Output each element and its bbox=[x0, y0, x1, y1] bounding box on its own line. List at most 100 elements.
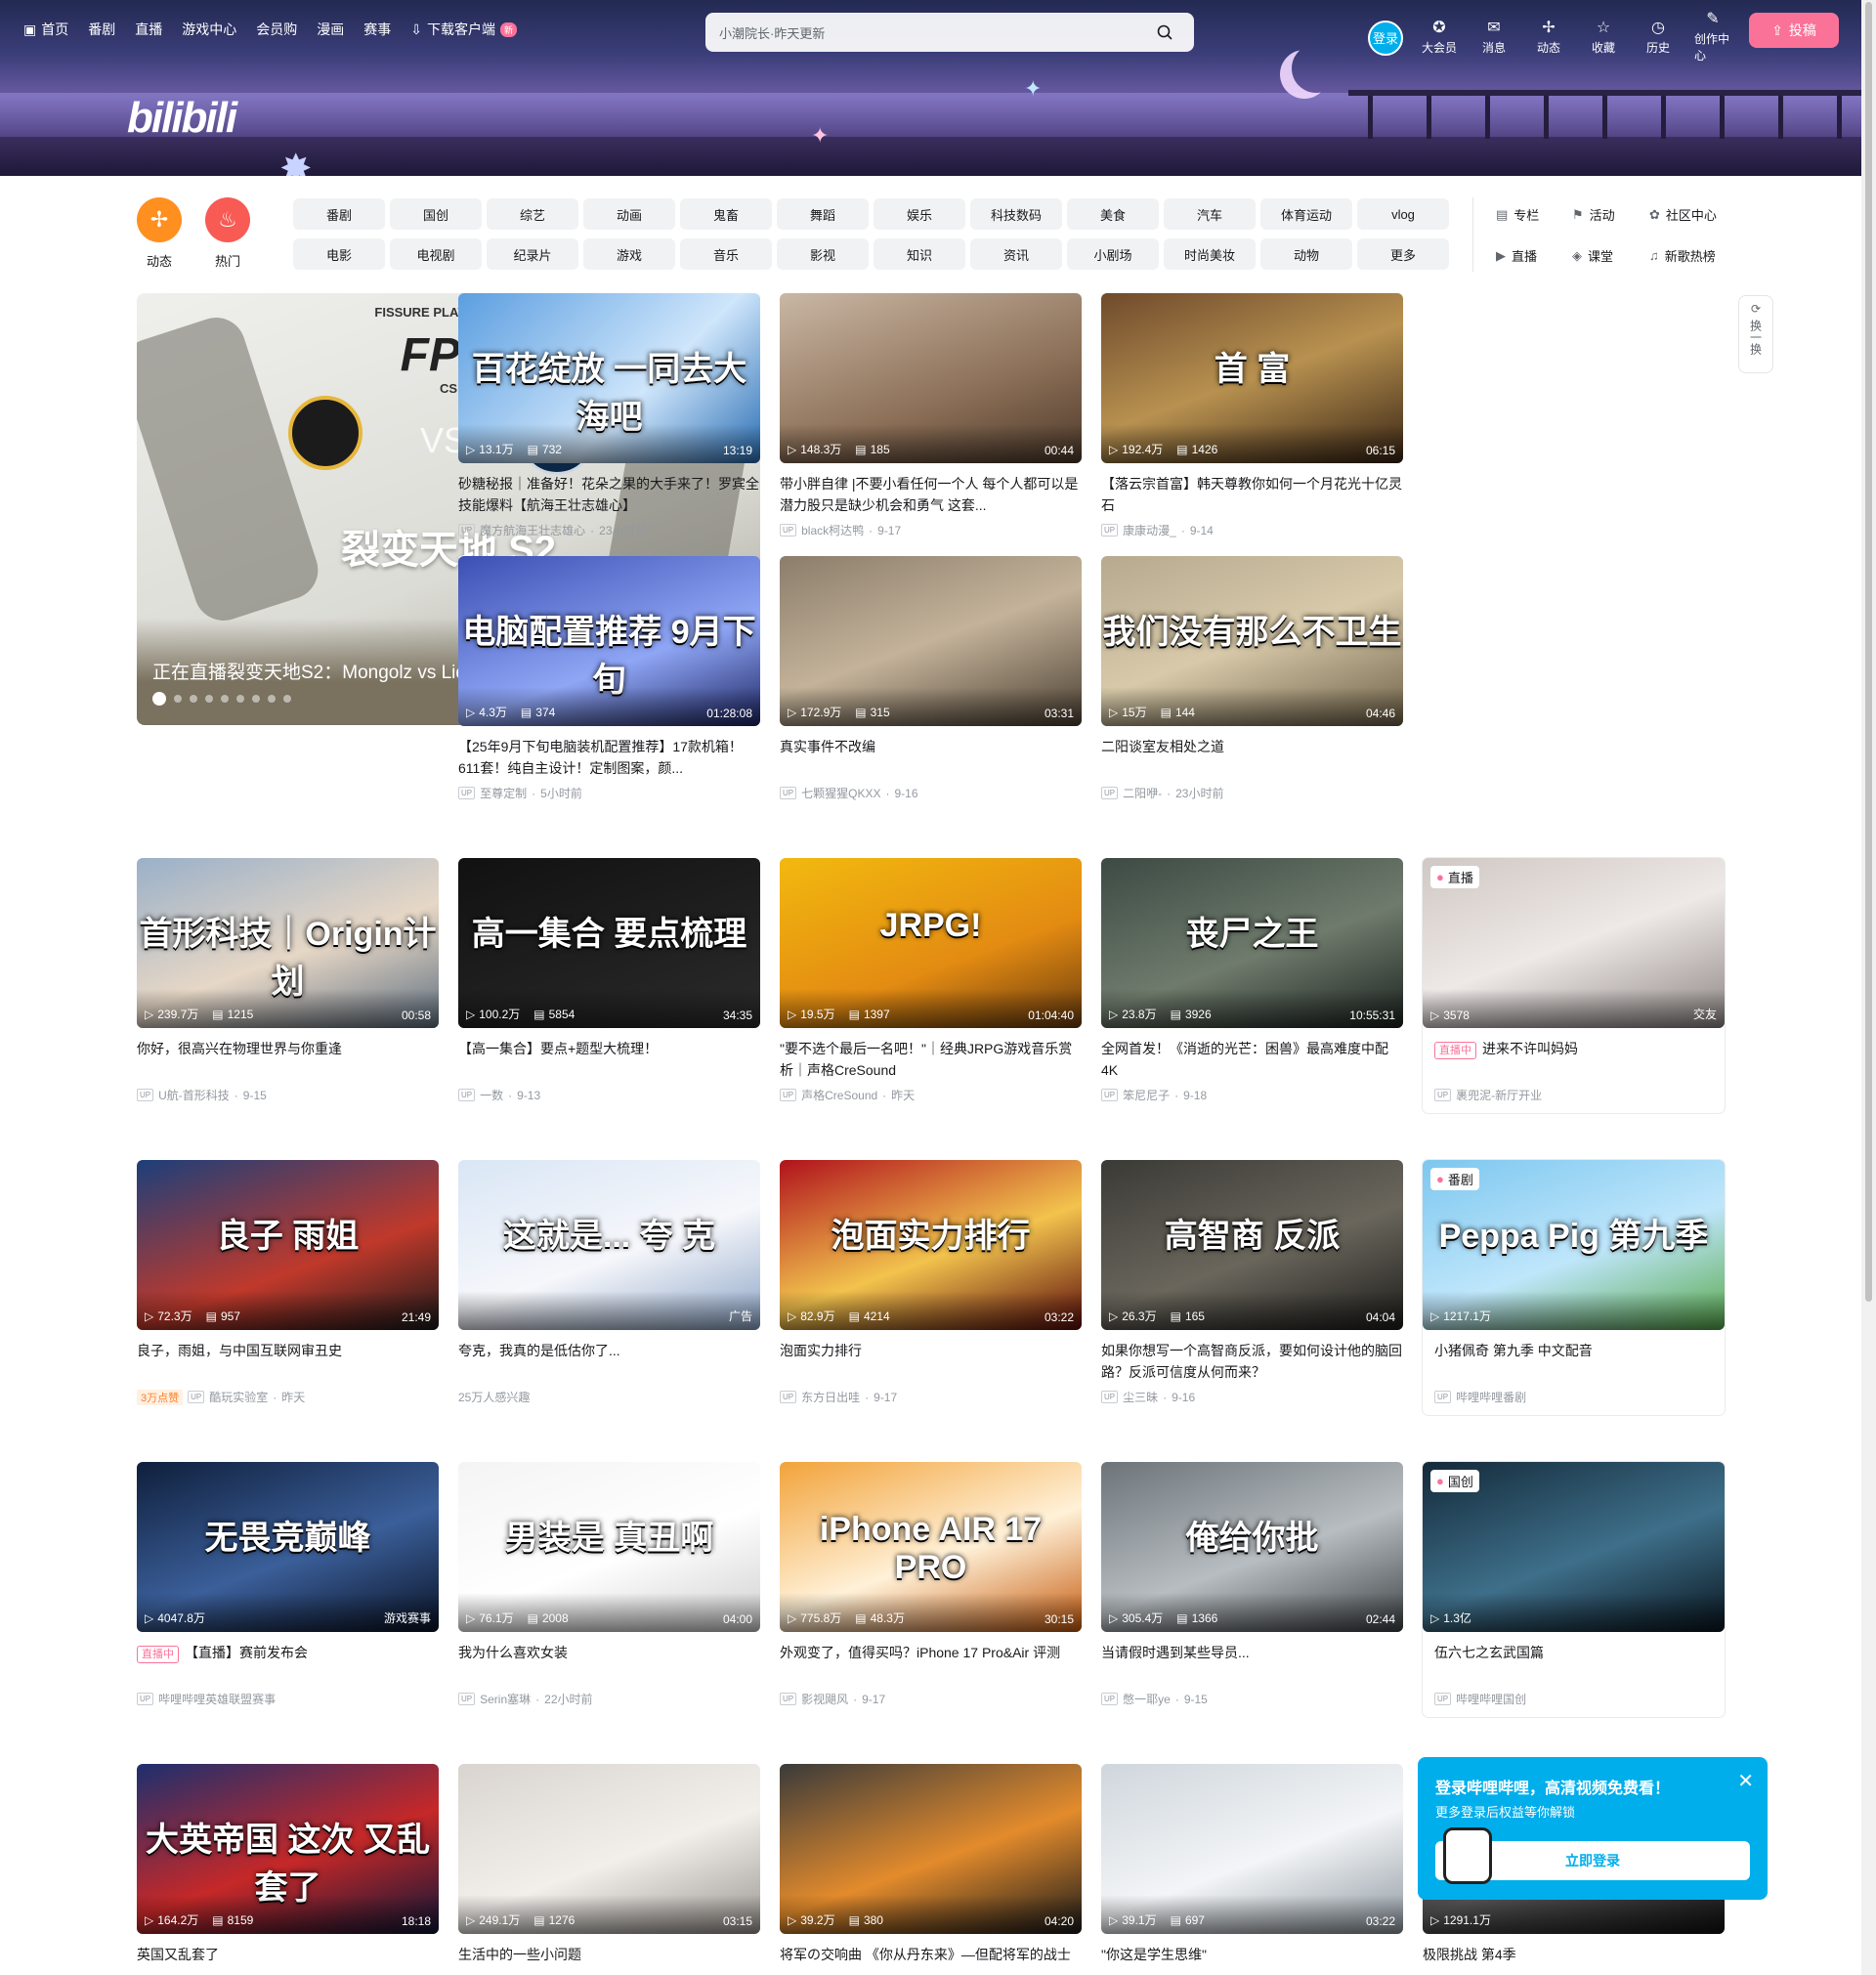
video-card[interactable]: Peppa Pig 第九季 ● 番剧 ▷ 1217.1万 小猪佩奇 第九季 中文配音 UP 哔… bbox=[1423, 1160, 1725, 1415]
channel-11[interactable]: vlog bbox=[1357, 198, 1449, 230]
video-thumbnail[interactable]: iPhone AIR 17 PRO ▷ 775.8万 ▤ 48.3万 30:15 bbox=[780, 1462, 1082, 1632]
nav-history[interactable]: ◷ 历史 bbox=[1640, 20, 1677, 56]
channel-12[interactable]: 电影 bbox=[293, 238, 385, 270]
side-link-0[interactable]: ▤ 专栏 bbox=[1496, 205, 1539, 224]
video-title[interactable]: 外观变了，值得买吗？iPhone 17 Pro&Air 评测 bbox=[780, 1642, 1082, 1685]
channel-15[interactable]: 游戏 bbox=[583, 238, 675, 270]
author-name[interactable]: 裹兜泥-新厅开业 bbox=[1456, 1087, 1542, 1103]
video-title-text[interactable]: 如果你想写一个高智商反派，要如何设计他的脑回路？反派可信度从何而来？ bbox=[1101, 1343, 1402, 1380]
author-name[interactable]: 至尊定制 bbox=[480, 785, 527, 801]
video-title-text[interactable]: "你这是学生思维" bbox=[1101, 1947, 1207, 1962]
nav-game-center[interactable]: 游戏中心 bbox=[182, 20, 236, 39]
video-thumbnail[interactable]: 我们没有那么不卫生 ▷ 15万 ▤ 144 04:46 bbox=[1101, 556, 1403, 726]
carousel-dot[interactable] bbox=[283, 695, 291, 703]
video-card[interactable]: 电脑配置推荐 9月下旬 ▷ 4.3万 ▤ 374 01:28:08 【25年9月下旬电脑装机… bbox=[458, 556, 760, 801]
video-card[interactable]: ▷ 148.3万 ▤ 185 00:44 带小胖自律 |不要小看任何一个人 每个人都可以是… bbox=[780, 293, 1082, 538]
video-card[interactable]: 泡面实力排行 ▷ 82.9万 ▤ 4214 03:22 泡面实力排行 UP 东方日出哇 · 9-17 bbox=[780, 1160, 1082, 1405]
video-thumbnail[interactable]: 首形科技｜Origin计划 ▷ 239.7万 ▤ 1215 00:58 bbox=[137, 858, 439, 1028]
video-card[interactable]: ▷ 39.2万 ▤ 380 04:20 将军の交响曲 《你从丹东来》—但配将军的战士 bbox=[780, 1764, 1082, 1975]
side-link-2[interactable]: ✿ 社区中心 bbox=[1649, 205, 1717, 224]
nav-home[interactable]: ▣ 首页 bbox=[23, 20, 68, 39]
video-thumbnail[interactable]: 这就是... 夸 克广告 bbox=[458, 1160, 760, 1330]
channel-3[interactable]: 动画 bbox=[583, 198, 675, 230]
video-title-text[interactable]: 生活中的一些小问题 bbox=[458, 1947, 581, 1962]
side-link-5[interactable]: ♫ 新歌热榜 bbox=[1649, 246, 1716, 265]
carousel-caption[interactable]: 正在直播裂变天地S2：Mongolz vs Liquid！ bbox=[152, 658, 509, 684]
login-avatar-button[interactable]: 登录 bbox=[1368, 20, 1403, 56]
author-name[interactable]: 哔哩哔哩国创 bbox=[1456, 1691, 1526, 1707]
video-title[interactable]: 直播中 【直播】赛前发布会 bbox=[137, 1642, 439, 1685]
channel-9[interactable]: 汽车 bbox=[1164, 198, 1256, 230]
video-card[interactable]: ▷ 249.1万 ▤ 1276 03:15 生活中的一些小问题 bbox=[458, 1764, 760, 1975]
video-thumbnail[interactable]: ▷ 172.9万 ▤ 315 03:31 bbox=[780, 556, 1082, 726]
video-title-text[interactable]: 全网首发！《消逝的光芒：困兽》最高难度中配 4K bbox=[1101, 1041, 1388, 1078]
video-title[interactable]: 如果你想写一个高智商反派，要如何设计他的脑回路？反派可信度从何而来？ bbox=[1101, 1340, 1403, 1383]
video-title-text[interactable]: 二阳谈室友相处之道 bbox=[1101, 739, 1224, 754]
nav-creator-center[interactable]: ✎ 创作中心 bbox=[1694, 12, 1731, 64]
video-title[interactable]: 砂糖秘报｜准备好！花朵之果的大手来了！罗宾全技能爆料【航海王壮志雄心】 bbox=[458, 473, 760, 516]
scrollbar-thumb[interactable] bbox=[1865, 2, 1872, 1302]
channel-20[interactable]: 小剧场 bbox=[1067, 238, 1159, 270]
side-link-4[interactable]: ◈ 课堂 bbox=[1572, 246, 1613, 265]
video-thumbnail[interactable]: ▷ 39.1万 ▤ 697 03:22 bbox=[1101, 1764, 1403, 1934]
author-name[interactable]: 哔哩哔哩英雄联盟赛事 bbox=[158, 1691, 276, 1707]
nav-download-client[interactable]: ⇩ 下载客户端新 bbox=[410, 20, 517, 39]
video-title[interactable]: 【落云宗首富】韩天尊教你如何一个月花光十亿灵石 bbox=[1101, 473, 1403, 516]
author-name[interactable]: 东方日出哇 bbox=[801, 1389, 860, 1405]
carousel-dot[interactable] bbox=[252, 695, 260, 703]
video-title[interactable]: 泡面实力排行 bbox=[780, 1340, 1082, 1383]
author-name[interactable]: 二阳咿- bbox=[1123, 785, 1162, 801]
video-title-text[interactable]: 【25年9月下旬电脑装机配置推荐】17款机箱！611套！纯自主设计！定制图案，颜… bbox=[458, 739, 743, 776]
nav-live[interactable]: 直播 bbox=[135, 20, 162, 39]
video-title-text[interactable]: "要不选个最后一名吧！"｜经典JRPG游戏音乐赏析｜声格CreSound bbox=[780, 1041, 1072, 1078]
video-thumbnail[interactable]: ▷ 249.1万 ▤ 1276 03:15 bbox=[458, 1764, 760, 1934]
video-title-text[interactable]: 夸克，我真的是低估你了... bbox=[458, 1343, 620, 1358]
channel-1[interactable]: 国创 bbox=[390, 198, 482, 230]
video-title[interactable]: "你这是学生思维" bbox=[1101, 1944, 1403, 1975]
video-title[interactable]: 夸克，我真的是低估你了... bbox=[458, 1340, 760, 1383]
nav-favorites[interactable]: ☆ 收藏 bbox=[1585, 20, 1622, 56]
video-title-text[interactable]: 真实事件不改编 bbox=[780, 739, 875, 754]
video-thumbnail[interactable]: 良子 雨姐 ▷ 72.3万 ▤ 957 21:49 bbox=[137, 1160, 439, 1330]
side-link-3[interactable]: ▶ 直播 bbox=[1496, 246, 1537, 265]
video-title-text[interactable]: 砂糖秘报｜准备好！花朵之果的大手来了！罗宾全技能爆料【航海王壮志雄心】 bbox=[458, 476, 759, 513]
video-card[interactable]: 高一集合 要点梳理 ▷ 100.2万 ▤ 5854 34:35 【高一集合】要点+题型大梳理… bbox=[458, 858, 760, 1103]
video-thumbnail[interactable]: 泡面实力排行 ▷ 82.9万 ▤ 4214 03:22 bbox=[780, 1160, 1082, 1330]
nav-mall[interactable]: 会员购 bbox=[256, 20, 297, 39]
video-title[interactable]: 带小胖自律 |不要小看任何一个人 每个人都可以是潜力股只是缺少机会和勇气 这套.… bbox=[780, 473, 1082, 516]
author-name[interactable]: 七颗猩猩QKXX bbox=[801, 785, 880, 801]
channel-18[interactable]: 知识 bbox=[874, 238, 965, 270]
author-name[interactable]: 声格CreSound bbox=[801, 1087, 877, 1103]
channel-13[interactable]: 电视剧 bbox=[390, 238, 482, 270]
video-title[interactable]: 全网首发！《消逝的光芒：困兽》最高难度中配 4K bbox=[1101, 1038, 1403, 1081]
author-name[interactable]: 憋一耶ye bbox=[1123, 1691, 1171, 1707]
nav-manga[interactable]: 漫画 bbox=[317, 20, 344, 39]
carousel-dot[interactable] bbox=[152, 692, 166, 706]
channel-0[interactable]: 番剧 bbox=[293, 198, 385, 230]
channel-10[interactable]: 体育运动 bbox=[1260, 198, 1352, 230]
author-name[interactable]: 笨尼尼子 bbox=[1123, 1087, 1170, 1103]
video-thumbnail[interactable]: ● 国创 ▷ 1.3亿 bbox=[1423, 1462, 1725, 1632]
video-title-text[interactable]: 带小胖自律 |不要小看任何一个人 每个人都可以是潜力股只是缺少机会和勇气 这套.… bbox=[780, 476, 1078, 513]
video-card[interactable]: 我们没有那么不卫生 ▷ 15万 ▤ 144 04:46 二阳谈室友相处之道 UP 二阳咿- · 23… bbox=[1101, 556, 1403, 801]
video-title-text[interactable]: 极限挑战 第4季 bbox=[1423, 1947, 1516, 1962]
search-bar[interactable]: 小潮院长·昨天更新 bbox=[705, 13, 1194, 52]
video-title[interactable]: 二阳谈室友相处之道 bbox=[1101, 736, 1403, 779]
video-card[interactable]: ● 国创 ▷ 1.3亿 伍六七之玄武国篇 UP 哔哩哔哩国创 bbox=[1423, 1462, 1725, 1717]
nav-anime[interactable]: 番剧 bbox=[88, 20, 115, 39]
channel-8[interactable]: 美食 bbox=[1067, 198, 1159, 230]
author-name[interactable]: 一数 bbox=[480, 1087, 503, 1103]
video-thumbnail[interactable]: 首 富 ▷ 192.4万 ▤ 1426 06:15 bbox=[1101, 293, 1403, 463]
author-name[interactable]: 影视飓风 bbox=[801, 1691, 848, 1707]
author-name[interactable]: black柯达鸭 bbox=[801, 522, 864, 538]
video-title[interactable]: 我为什么喜欢女装 bbox=[458, 1642, 760, 1685]
bilibili-logo[interactable]: bilibili bbox=[127, 94, 237, 143]
author-name[interactable]: Serin塞琳 bbox=[480, 1691, 531, 1707]
search-icon[interactable] bbox=[1149, 17, 1180, 48]
carousel-dot[interactable] bbox=[190, 695, 197, 703]
video-thumbnail[interactable]: ● 直播 ▷ 3578 交友 bbox=[1423, 858, 1725, 1028]
author-name[interactable]: U航-首形科技 bbox=[158, 1087, 230, 1103]
video-card[interactable]: ● 直播 ▷ 3578 交友 直播中 进来不许叫妈妈 UP 裹兜泥-新厅开业 bbox=[1423, 858, 1725, 1113]
video-card[interactable]: 俺给你批 ▷ 305.4万 ▤ 1366 02:44 当请假时遇到某些导员... UP 憋一耶y… bbox=[1101, 1462, 1403, 1707]
video-title-text[interactable]: 【落云宗首富】韩天尊教你如何一个月花光十亿灵石 bbox=[1101, 476, 1402, 513]
